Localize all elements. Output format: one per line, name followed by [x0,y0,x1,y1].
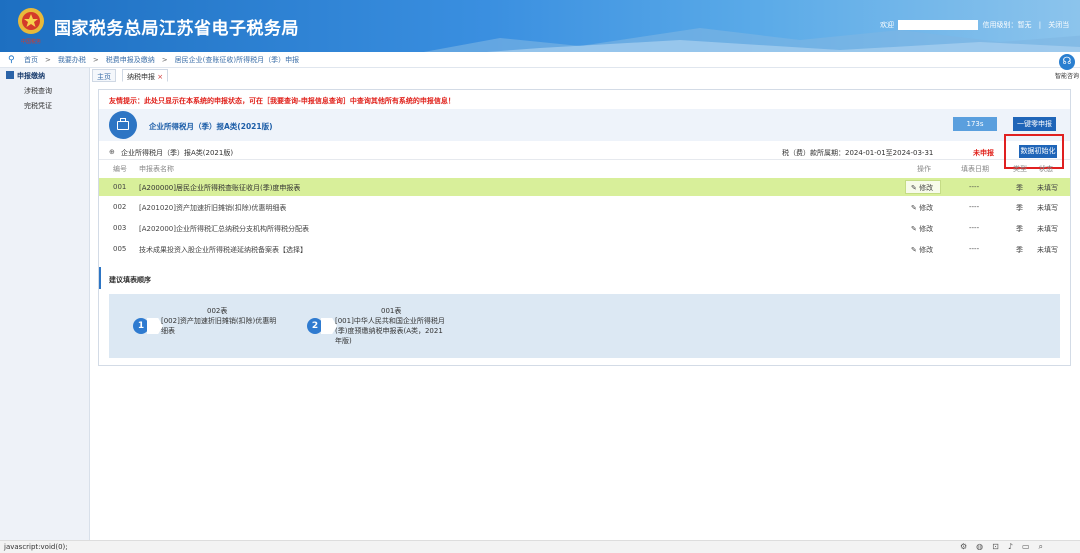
section-name: 企业所得税月（季）报A类(2021版) [121,149,234,157]
settings-icon: ⚙ [960,542,977,551]
header-user-area: 欢迎 信用级别：暂无 | 关闭当 [880,20,1069,30]
tab-filing[interactable]: 纳税申报 × [122,69,169,82]
credit-rating: 信用级别：暂无 [982,21,1032,29]
tray-icons: ⚙◍⊡♪▭⌕ [960,542,1052,552]
step-number-badge: 1 [133,318,149,334]
form-header: 企业所得税月（季）报A类(2021版) 173s 一键零申报 [99,109,1070,141]
pencil-icon: ✎ [911,246,917,254]
tab-close-icon[interactable]: × [157,73,163,81]
form-link[interactable]: [A201020]资产加速折旧摊销(扣除)优惠明细表 [139,203,286,213]
suggested-order-title: 建议填表顺序 [109,276,151,284]
reminder-tip: 友情提示：此处只显示在本系统的申报状态，可在［我要查询-申报信息查询］中查询其他… [109,97,455,105]
sidebar: 申报缴纳 涉税查询 完税凭证 [0,68,90,540]
section-marker [99,267,101,289]
form-link[interactable]: [A202000]企业所得税汇总纳税分支机构所得税分配表 [139,224,309,234]
briefcase-icon [109,111,137,139]
filing-panel: 友情提示：此处只显示在本系统的申报状态，可在［我要查询-申报信息查询］中查询其他… [98,89,1071,366]
tax-emblem-logo: 中国税务 [18,8,44,45]
headset-icon: ☊ [1059,54,1075,70]
suggested-order-flow: 1 002表 [002]资产加速折旧摊销(扣除)优惠明细表 2 001表 [00… [109,294,1060,358]
breadcrumb-current: 居民企业(查账征收)所得税月（季）申报 [174,56,300,64]
globe-icon: ◍ [976,542,993,551]
edit-button[interactable]: ✎ 修改 [911,245,933,255]
breadcrumb-filing[interactable]: 税费申报及缴纳 [106,56,155,64]
sidebar-item-query[interactable]: 涉税查询 [24,86,52,96]
sidebar-title: 申报缴纳 [6,71,45,81]
step-number-badge: 2 [307,318,323,334]
browser-status-bar: javascript:void(0); ⚙◍⊡♪▭⌕ [0,540,1080,553]
lock-icon: ⊡ [992,542,1008,551]
form-section-header: ⊕ 企业所得税月（季）报A类(2021版) 税（费）款所属期：2024-01-0… [99,134,1070,169]
tax-period: 税（费）款所属期：2024-01-01至2024-03-31 [782,149,934,157]
close-link[interactable]: 关闭当 [1048,21,1069,29]
one-click-zero-filing-button[interactable]: 一键零申报 [1013,117,1056,131]
svg-text:中国税务: 中国税务 [21,38,41,45]
col-header-state: 状态 [1039,165,1053,173]
table-row[interactable]: 003 [A202000]企业所得税汇总纳税分支机构所得税分配表 ✎ 修改 --… [99,219,1070,237]
breadcrumb: ⚲ 首页 > 我要办税 > 税费申报及缴纳 > 居民企业(查账征收)所得税月（季）申报 [0,52,1080,68]
breadcrumb-tax[interactable]: 我要办税 [58,56,86,64]
form-link[interactable]: 技术成果投资入股企业所得税递延纳税备案表【选择】 [139,245,307,255]
header-separator: | [1038,21,1042,29]
col-header-date: 填表日期 [961,165,989,173]
pencil-icon: ✎ [911,184,917,192]
form-title: 企业所得税月（季）报A类(2021版) [149,122,273,131]
col-header-op: 操作 [917,165,931,173]
edit-button[interactable]: ✎ 修改 [911,183,933,193]
speaker-icon: ♪ [1007,542,1022,551]
pencil-icon: ✎ [911,225,917,233]
collapse-icon[interactable]: ⊕ [109,148,115,156]
search-icon: ⌕ [1038,542,1053,551]
tab-home[interactable]: 主页 [92,69,116,82]
location-pin-icon: ⚲ [8,55,15,65]
site-title: 国家税务总局江苏省电子税务局 [54,19,299,39]
status-url: javascript:void(0); [4,543,68,551]
breadcrumb-home[interactable]: 首页 [24,56,38,64]
welcome-label: 欢迎 [880,21,894,29]
smart-consult-button[interactable]: ☊ 智能咨询 [1055,54,1079,84]
pencil-icon: ✎ [911,204,917,212]
sidebar-item-certificate[interactable]: 完税凭证 [24,101,52,111]
edit-button[interactable]: ✎ 修改 [911,203,933,213]
col-header-num: 编号 [113,165,127,173]
col-header-name: 申报表名称 [139,165,174,173]
edit-button[interactable]: ✎ 修改 [911,224,933,234]
table-row[interactable]: 002 [A201020]资产加速折旧摊销(扣除)优惠明细表 ✎ 修改 ----… [99,198,1070,216]
col-header-type: 类型 [1013,165,1027,173]
form-link[interactable]: [A200000]居民企业所得税查账征收月(季)度申报表 [139,183,300,193]
table-row[interactable]: 001 [A200000]居民企业所得税查账征收月(季)度申报表 ✎ 修改 --… [99,178,1070,196]
filing-status: 未申报 [973,149,994,157]
top-banner: 中国税务 国家税务总局江苏省电子税务局 欢迎 信用级别：暂无 | 关闭当 [0,0,1080,52]
menu-square-icon [6,71,14,79]
table-row[interactable]: 005 技术成果投资入股企业所得税递延纳税备案表【选择】 ✎ 修改 ---- 季… [99,240,1070,258]
window-icon: ▭ [1021,542,1039,551]
masked-username [898,20,979,30]
countdown-button[interactable]: 173s [953,117,997,131]
